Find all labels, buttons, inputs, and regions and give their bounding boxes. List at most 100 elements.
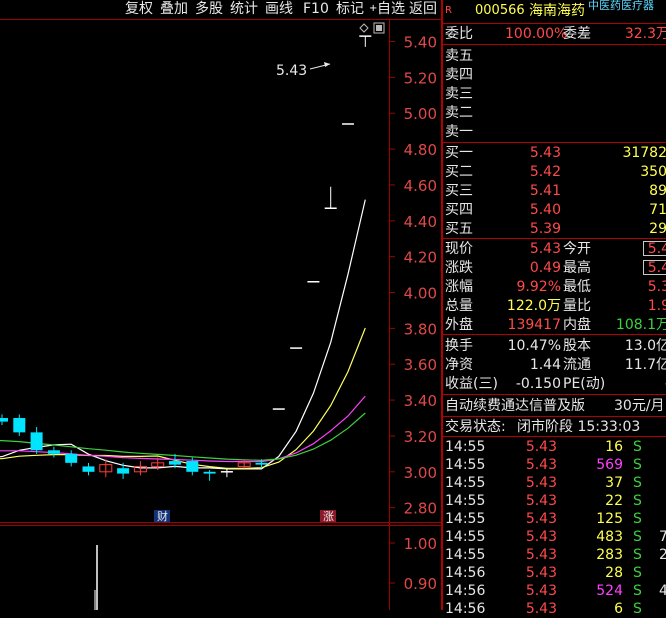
price-tick-label: 3.20 (404, 428, 437, 446)
quote-value-2: 5.3 (647, 279, 666, 295)
fundamental-value: 1.44 (529, 357, 561, 373)
quote-value-2: 108.1万 (615, 317, 666, 333)
tick-row[interactable]: 14:55 5.43 16 S (445, 438, 666, 456)
tick-side: S (633, 457, 642, 473)
fundamental-value-2: 11.7亿 (624, 357, 666, 373)
buy-level-price: 5.42 (529, 164, 561, 180)
fundamental-value: -0.150 (515, 376, 561, 392)
divider (443, 334, 666, 335)
quote-label-2: 最高 (563, 260, 591, 276)
buy-level-row[interactable]: 买二 5.42 350 (445, 163, 666, 181)
tick-price: 5.43 (525, 529, 557, 545)
fundamental-label: 换手 (445, 338, 473, 354)
price-box (643, 260, 666, 275)
quote-panel: R 000566 海南海药 中医药医疗器 委比 100.00% 委差 32.3万… (441, 0, 666, 617)
sell-level-label: 卖二 (445, 105, 473, 121)
volume-bars (94, 545, 98, 610)
price-tick-label: 3.80 (404, 320, 437, 338)
buy-level-label: 买四 (445, 202, 473, 218)
quote-value-2: 1.9 (647, 298, 666, 314)
tick-time: 14:55 (445, 457, 486, 473)
price-tick-label: 4.60 (404, 177, 437, 195)
sell-level-row[interactable]: 卖二 (445, 104, 666, 122)
candle-body (13, 418, 26, 433)
sell-level-row[interactable]: 卖三 (445, 85, 666, 103)
divider (443, 416, 666, 417)
candle-body (0, 418, 8, 422)
buy-level-volume: 89 (649, 183, 666, 199)
price-tick-label: 5.00 (404, 105, 437, 123)
tick-time: 14:55 (445, 529, 486, 545)
buy-level-price: 5.41 (529, 183, 561, 199)
tick-price: 5.43 (525, 493, 557, 509)
high-price-marker: 5.43 (276, 62, 331, 79)
buy-level-row[interactable]: 买四 5.40 71 (445, 201, 666, 219)
tick-volume: 283 (596, 547, 623, 563)
tick-side: S (633, 511, 642, 527)
chart-corner-icons[interactable] (359, 22, 385, 34)
tick-row[interactable]: 14:55 5.43 125 S (445, 510, 666, 528)
tick-time: 14:55 (445, 475, 486, 491)
buy-level-label: 买二 (445, 164, 473, 180)
buy-level-volume: 29 (649, 221, 666, 237)
subscription-promo[interactable]: 自动续费通达信普及版 30元/月 (445, 397, 666, 415)
tick-row[interactable]: 14:55 5.43 22 S (445, 492, 666, 510)
quote-value: 0.49 (529, 260, 561, 276)
tick-price: 5.43 (525, 601, 557, 617)
fundamental-row: 收益(三) -0.150PE(动)- (445, 375, 666, 393)
quote-label: 涨幅 (445, 279, 473, 295)
tick-volume: 125 (596, 511, 623, 527)
tick-side: S (633, 529, 642, 545)
tick-row[interactable]: 14:55 5.43 483 S 7 (445, 528, 666, 546)
tick-extra: 4 (659, 583, 666, 599)
buy-level-volume: 71 (649, 202, 666, 218)
tick-row[interactable]: 14:56 5.43 6 S (445, 600, 666, 618)
sell-level-row[interactable]: 卖五 (445, 47, 666, 65)
tick-row[interactable]: 14:55 5.43 569 S (445, 456, 666, 474)
quote-label-2: 量比 (563, 298, 591, 314)
diamond-icon (359, 23, 369, 33)
quote-label-2: 内盘 (563, 317, 591, 333)
tick-row[interactable]: 14:55 5.43 283 S 2 (445, 546, 666, 564)
sell-level-row[interactable]: 卖四 (445, 66, 666, 84)
sell-level-row[interactable]: 卖一 (445, 123, 666, 141)
buy-level-row[interactable]: 买一 5.43 31782 (445, 144, 666, 162)
buy-level-price: 5.39 (529, 221, 561, 237)
fundamental-label: 净资 (445, 357, 473, 373)
high-price-label: 5.43 (276, 63, 307, 79)
candle-body (117, 468, 130, 474)
volume-tick-label: 1.00 (404, 535, 437, 553)
kline-chart[interactable]: 5.40 5.20 5.00 4.80 4.60 4.40 4.20 4.00 3.80 3.60… (0, 0, 441, 610)
price-box (643, 241, 666, 256)
fundamental-row: 净资 1.44 流通 11.7亿 (445, 356, 666, 374)
tick-volume: 22 (605, 493, 623, 509)
tick-side: S (633, 475, 642, 491)
tick-row[interactable]: 14:56 5.43 524 S 4 (445, 582, 666, 600)
buy-level-label: 买一 (445, 145, 473, 161)
finance-marker: 财 (157, 509, 168, 523)
tick-time: 14:55 (445, 439, 486, 455)
trading-status: 交易状态: 闭市阶段 15:33:03 (445, 418, 666, 436)
divider (443, 436, 666, 437)
buy-level-row[interactable]: 买五 5.39 29 (445, 220, 666, 238)
buy-level-row[interactable]: 买三 5.41 89 (445, 182, 666, 200)
tick-volume: 569 (596, 457, 623, 473)
event-markers[interactable]: 财 涨 (154, 509, 336, 523)
sell-level-label: 卖三 (445, 86, 473, 102)
weibi-label: 委比 (445, 26, 473, 42)
volume-axis: 1.00 0.90 (389, 535, 437, 593)
tick-time: 14:56 (445, 601, 486, 617)
quote-value: 139417 (507, 317, 561, 333)
quote-value: 5.43 (529, 241, 561, 257)
price-axis: 5.40 5.20 5.00 4.80 4.60 4.40 4.20 4.00 3.80 3.60… (389, 34, 437, 518)
sector-label: 中医药医疗器 (588, 0, 654, 12)
tick-row[interactable]: 14:55 5.43 37 S (445, 474, 666, 492)
tick-row[interactable]: 14:56 5.43 28 S (445, 564, 666, 582)
candle-body (65, 453, 78, 463)
tick-extra: 2 (659, 547, 666, 563)
divider (443, 238, 666, 239)
quote-row: 外盘 139417 内盘 108.1万 (445, 316, 666, 334)
candle-body (82, 466, 95, 472)
weicha-value: 32.3万 (624, 26, 666, 42)
price-tick-label: 5.40 (404, 34, 437, 52)
